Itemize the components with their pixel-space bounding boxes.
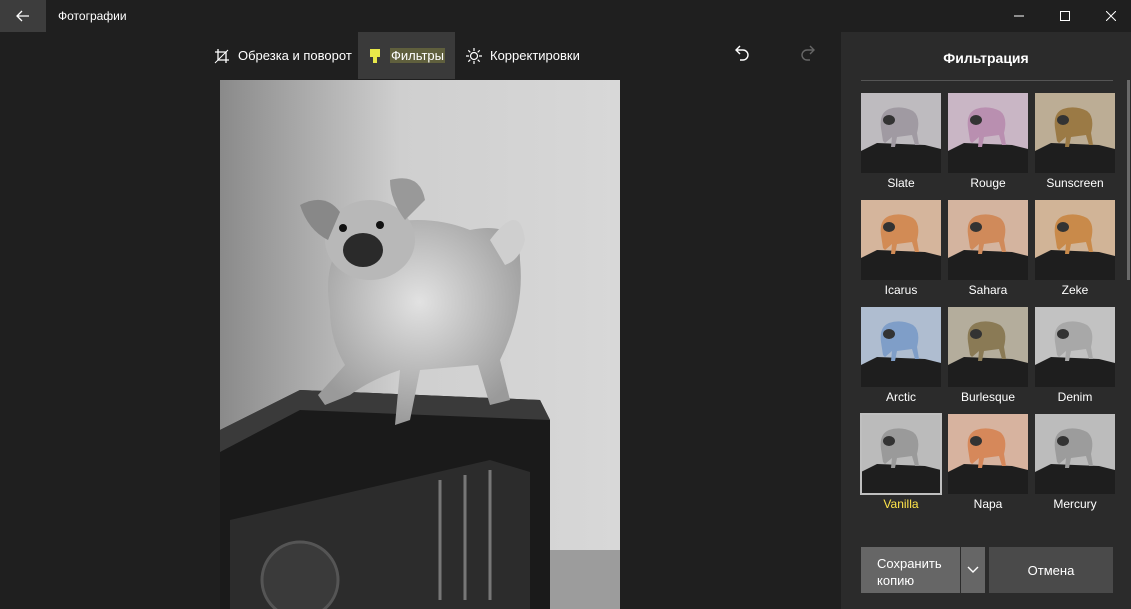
filter-item-slate[interactable]: Slate [861,93,941,193]
panel-divider [861,80,1113,81]
panel-title: Фильтрация [943,50,1029,66]
brightness-icon [466,47,482,64]
maximize-button[interactable] [1042,0,1088,32]
filter-thumbnail [861,200,941,280]
filter-item-mercury[interactable]: Mercury [1035,414,1115,514]
filter-thumbnail [1035,200,1115,280]
save-options-dropdown[interactable] [961,547,985,593]
filter-thumbnail [1035,93,1115,173]
close-icon [1106,11,1116,21]
filter-name: Sunscreen [1046,176,1104,190]
app-title: Фотографии [58,9,127,23]
filter-thumbnail [861,93,941,173]
filter-item-denim[interactable]: Denim [1035,307,1115,407]
filter-name: Zeke [1061,283,1089,297]
undo-icon [735,45,749,61]
save-copy-button[interactable]: Сохранить копию [861,547,960,593]
save-copy-label-line2: копию [877,573,915,588]
filter-thumbnail [948,200,1028,280]
redo-icon [801,45,815,61]
panel-scrollbar[interactable] [1127,80,1130,280]
filter-name: Arctic [886,390,916,404]
filter-name: Slate [887,176,915,190]
chevron-down-icon [967,566,979,573]
filter-name: Icarus [884,283,918,297]
filter-thumbnail [948,414,1028,494]
filter-item-burlesque[interactable]: Burlesque [948,307,1028,407]
filter-name: Napa [973,497,1003,511]
back-button[interactable] [0,0,46,32]
filter-name: Mercury [1053,497,1097,511]
filter-item-icarus[interactable]: Icarus [861,200,941,300]
filter-thumbnail [1035,307,1115,387]
filter-thumbnail [948,307,1028,387]
filter-thumbnail [1035,414,1115,494]
crop-icon [214,48,229,63]
redo-button[interactable] [794,38,824,68]
filter-item-vanilla[interactable]: Vanilla [860,413,942,514]
filter-name: Rouge [970,176,1006,190]
filter-name: Denim [1057,390,1093,404]
filters-tab[interactable]: Фильтры [358,32,455,79]
filter-item-zeke[interactable]: Zeke [1035,200,1115,300]
close-button[interactable] [1088,0,1131,32]
arrow-left-icon [16,10,29,22]
minimize-icon [1014,15,1024,17]
filter-thumbnail [860,413,942,495]
filter-name: Burlesque [960,390,1016,404]
cancel-button[interactable]: Отмена [989,547,1113,593]
filters-label: Фильтры [389,48,445,63]
filter-item-napa[interactable]: Napa [948,414,1028,514]
undo-button[interactable] [726,38,756,68]
filter-name: Sahara [968,283,1008,297]
maximize-icon [1060,11,1070,21]
filter-item-sahara[interactable]: Sahara [948,200,1028,300]
adjustments-label: Корректировки [490,48,580,63]
filter-thumbnail [861,307,941,387]
title-bar: Фотографии [0,0,1131,32]
crop-rotate-label: Обрезка и поворот [238,48,352,63]
filter-name: Vanilla [883,497,919,511]
filter-item-arctic[interactable]: Arctic [861,307,941,407]
adjustments-tab[interactable]: Корректировки [466,32,580,79]
crop-rotate-tab[interactable]: Обрезка и поворот [214,32,352,79]
photo-preview [220,80,620,609]
filter-thumbnail [948,93,1028,173]
filter-item-sunscreen[interactable]: Sunscreen [1035,93,1115,193]
minimize-button[interactable] [996,0,1042,32]
filter-brush-icon [369,48,380,63]
filter-item-rouge[interactable]: Rouge [948,93,1028,193]
save-copy-label-line1: Сохранить [877,556,942,571]
